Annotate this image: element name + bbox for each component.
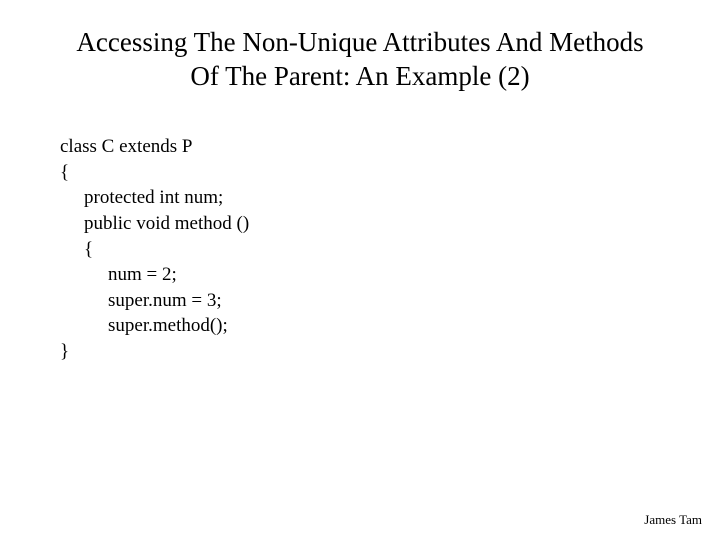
code-line: public void method () (60, 211, 249, 237)
code-line: class C extends P (60, 134, 249, 160)
code-block: class C extends P { protected int num; p… (60, 134, 249, 365)
footer-author: James Tam (644, 512, 702, 528)
code-line: { (60, 237, 249, 263)
code-line: num = 2; (60, 262, 249, 288)
code-line: { (60, 160, 249, 186)
code-line: protected int num; (60, 185, 249, 211)
code-line: } (60, 339, 249, 365)
code-line: super.num = 3; (60, 288, 249, 314)
title-line-1: Accessing The Non-Unique Attributes And … (76, 27, 643, 57)
title-line-2: Of The Parent: An Example (2) (190, 61, 529, 91)
slide-title: Accessing The Non-Unique Attributes And … (0, 26, 720, 94)
slide: Accessing The Non-Unique Attributes And … (0, 0, 720, 540)
code-line: super.method(); (60, 313, 249, 339)
